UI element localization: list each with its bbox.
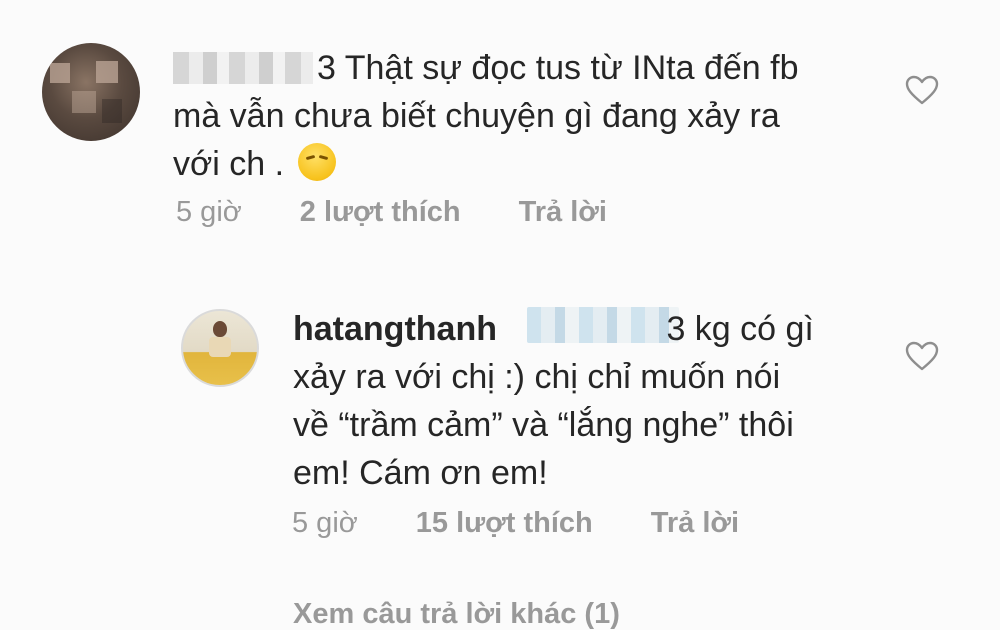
avatar[interactable] xyxy=(42,43,140,141)
reply-button[interactable]: Trả lời xyxy=(519,196,607,229)
username-link[interactable]: hatangthanh xyxy=(293,310,497,348)
crying-face-emoji-icon xyxy=(297,143,336,181)
comment-text: hatangthanh 3 kg có gì xảy ra với chị :)… xyxy=(293,310,814,492)
timestamp: 5 giờ xyxy=(292,507,358,539)
view-more-replies-link[interactable]: Xem câu trả lời khác (1) xyxy=(293,600,620,629)
comment-text: 3 Thật sự đọc tus từ INta đến fb mà vẫn … xyxy=(173,49,799,183)
heart-outline-icon[interactable] xyxy=(905,75,939,105)
avatar[interactable] xyxy=(181,309,259,387)
likes-count-link[interactable]: 15 lượt thích xyxy=(416,507,593,540)
reply-button[interactable]: Trả lời xyxy=(651,507,739,540)
heart-outline-icon[interactable] xyxy=(905,341,939,371)
comment-meta: 5 giờ 2 lượt thích Trả lời xyxy=(176,196,607,229)
likes-count-link[interactable]: 2 lượt thích xyxy=(300,196,461,229)
comment-meta: 5 giờ 15 lượt thích Trả lời xyxy=(292,507,739,540)
timestamp: 5 giờ xyxy=(176,196,242,228)
